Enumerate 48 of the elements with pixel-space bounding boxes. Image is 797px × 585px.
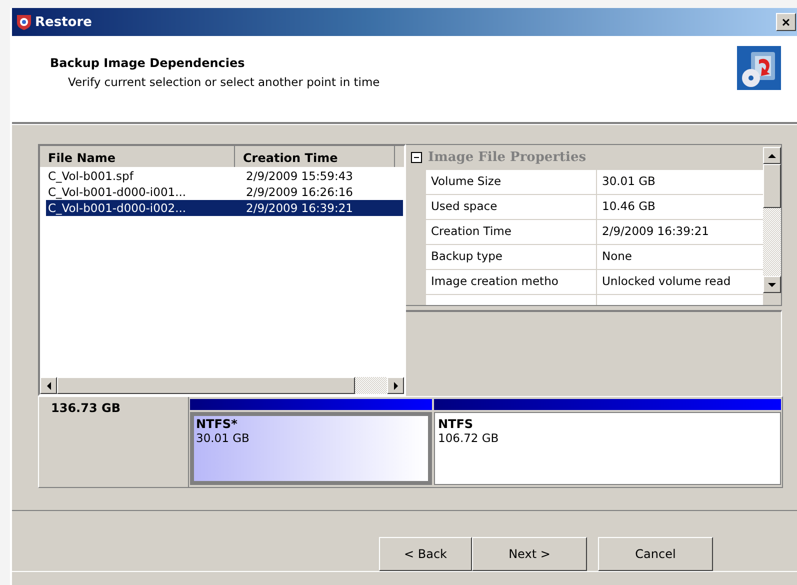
scroll-left-button[interactable] <box>40 377 57 394</box>
file-row[interactable]: C_Vol-b001.spf 2/9/2009 15:59:43 <box>46 168 403 184</box>
file-row[interactable]: C_Vol-b001-d000-i001... 2/9/2009 16:26:16 <box>46 184 403 200</box>
scrollbar-thumb[interactable] <box>57 377 355 394</box>
file-name: C_Vol-b001-d000-i002... <box>47 201 188 215</box>
column-header[interactable]: File Name <box>40 146 235 167</box>
file-row[interactable]: C_Vol-b001-d000-i002... 2/9/2009 16:39:21 <box>46 200 403 216</box>
file-name: C_Vol-b001-d000-i001... <box>47 185 188 199</box>
partition-size: 30.01 GB <box>196 431 250 445</box>
disk-size: 136.73 GB <box>51 401 120 415</box>
property-value: Unlocked volume read <box>601 273 732 290</box>
page-subtitle: Verify current selection or select another point in time <box>67 75 381 89</box>
close-button[interactable]: × <box>776 13 796 31</box>
partition-label: NTFS* <box>196 417 238 431</box>
wizard-button[interactable]: < Back <box>379 537 472 571</box>
horizontal-scrollbar[interactable] <box>40 377 404 394</box>
property-value: 10.46 GB <box>601 198 656 215</box>
scroll-down-button[interactable] <box>763 276 781 293</box>
scroll-right-button[interactable] <box>387 377 404 394</box>
file-name: C_Vol-b001.spf <box>47 169 135 183</box>
wizard-button[interactable]: Next > <box>472 537 587 571</box>
creation-time: 2/9/2009 15:59:43 <box>245 169 354 183</box>
partition-label: NTFS <box>438 417 474 431</box>
up-arrow-icon <box>768 152 776 158</box>
group-title: Image File Properties <box>428 150 586 165</box>
window-title: Restore <box>35 14 92 30</box>
collapse-icon[interactable] <box>411 152 422 163</box>
partition[interactable]: NTFS* 30.01 GB <box>190 412 432 485</box>
property-name: Backup type <box>426 245 597 269</box>
property-value: None <box>601 248 634 265</box>
partition[interactable]: NTFS 106.72 GB <box>434 412 781 485</box>
property-value: 30.01 GB <box>601 173 656 190</box>
scrollbar-thumb[interactable] <box>763 164 781 208</box>
property-name: Volume Size <box>426 170 597 194</box>
column-header[interactable]: Creation Time <box>235 146 395 167</box>
property-name: Image creation metho <box>426 270 597 294</box>
down-arrow-icon <box>768 282 776 288</box>
wizard-button[interactable]: Cancel <box>598 537 713 571</box>
left-arrow-icon <box>46 382 52 390</box>
creation-time: 2/9/2009 16:39:21 <box>245 201 354 215</box>
page-title: Backup Image Dependencies <box>50 56 246 70</box>
scroll-up-button[interactable] <box>763 147 781 164</box>
right-arrow-icon <box>392 382 398 390</box>
property-name: Creation Time <box>426 220 597 244</box>
partition-size: 106.72 GB <box>438 431 500 445</box>
creation-time: 2/9/2009 16:26:16 <box>245 185 354 199</box>
property-value: 2/9/2009 16:39:21 <box>601 223 710 240</box>
property-name: Used space <box>426 195 597 219</box>
